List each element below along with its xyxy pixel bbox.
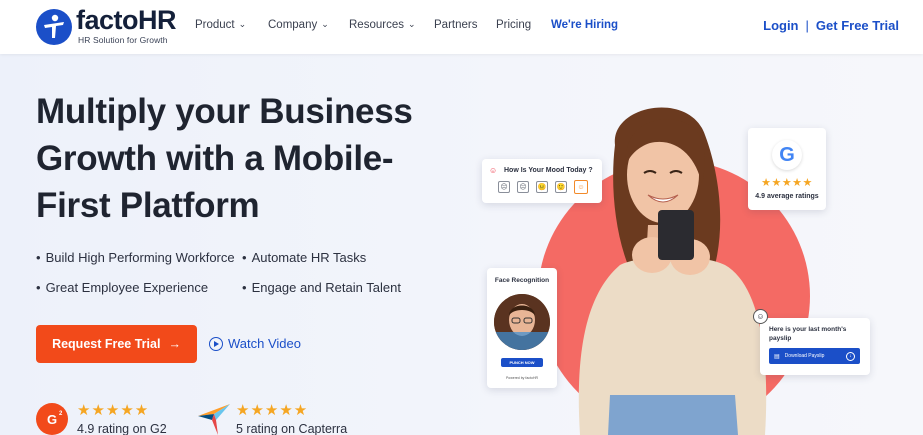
site-header: factoHR HR Solution for Growth Product ⌄… bbox=[0, 0, 923, 54]
nav-product-label: Product bbox=[195, 19, 235, 31]
star-rating: ★★★★★ bbox=[761, 177, 813, 189]
nav-partners-label: Partners bbox=[434, 19, 478, 31]
google-rating-card: G ★★★★★ 4.9 average ratings bbox=[748, 128, 826, 210]
nav-resources[interactable]: Resources ⌄ bbox=[349, 18, 416, 32]
auth-separator: | bbox=[805, 18, 809, 33]
capterra-rating: ★★★★★ 5 rating on Capterra bbox=[196, 397, 347, 435]
chevron-down-icon: ⌄ bbox=[407, 18, 416, 29]
arrow-right-icon: → bbox=[168, 337, 181, 351]
brand-tagline: HR Solution for Growth bbox=[78, 35, 168, 45]
play-icon bbox=[209, 336, 223, 351]
star-rating: ★★★★★ bbox=[77, 402, 150, 419]
watch-video-link[interactable]: Watch Video bbox=[209, 336, 301, 351]
mood-card: ☺ How Is Your Mood Today ? ☹ ☹ 😐 🙂 ☺ bbox=[482, 159, 602, 203]
capterra-logo-icon bbox=[196, 402, 230, 435]
mood-face-icon[interactable]: ☹ bbox=[498, 181, 510, 193]
payslip-bot-icon: ☺ bbox=[753, 309, 768, 324]
mood-face-icon[interactable]: ☹ bbox=[517, 181, 529, 193]
mood-face-icon[interactable]: ☺ bbox=[574, 180, 588, 194]
mood-icon: ☺ bbox=[489, 166, 498, 175]
nav-pricing-label: Pricing bbox=[496, 19, 532, 31]
login-link[interactable]: Login bbox=[763, 18, 798, 33]
punch-now-label: PUNCH NOW bbox=[509, 360, 535, 365]
factohr-logo-icon[interactable] bbox=[36, 9, 72, 45]
nav-partners[interactable]: Partners bbox=[434, 19, 477, 31]
nav-hiring[interactable]: We're Hiring bbox=[551, 19, 618, 31]
download-payslip-label: Download Payslip bbox=[784, 353, 825, 359]
bullet-item: Engage and Retain Talent bbox=[242, 280, 401, 295]
mood-card-title: How Is Your Mood Today ? bbox=[504, 167, 593, 174]
auth-links: Login | Get Free Trial bbox=[763, 18, 899, 33]
google-logo-icon: G bbox=[772, 140, 802, 170]
face-recognition-card: Face Recognition PUNCH NOW Powered by fa… bbox=[487, 268, 557, 388]
powered-by-text: Powered by factoHR bbox=[505, 376, 539, 380]
payslip-message: Here is your last month's payslip bbox=[769, 326, 847, 342]
google-letter: G bbox=[779, 143, 795, 166]
request-free-trial-button[interactable]: Request Free Trial → bbox=[36, 325, 197, 363]
google-rating-text: 4.9 average ratings bbox=[755, 193, 819, 200]
bullet-item: Great Employee Experience bbox=[36, 280, 209, 295]
payslip-card: ☺ Here is your last month's payslip ▤ Do… bbox=[753, 309, 870, 375]
nav-resources-label: Resources bbox=[349, 19, 404, 31]
download-icon: ↓ bbox=[846, 351, 855, 361]
mood-face-icon[interactable]: 😐 bbox=[536, 181, 548, 193]
rating-text: 4.9 rating on G2 bbox=[77, 422, 167, 435]
watch-video-label: Watch Video bbox=[228, 336, 301, 351]
nav-pricing[interactable]: Pricing bbox=[496, 19, 531, 31]
mood-face-icon[interactable]: 🙂 bbox=[555, 181, 567, 193]
face-card-title: Face Recognition bbox=[494, 277, 550, 284]
g2-logo-icon: G 2 bbox=[36, 402, 68, 435]
document-icon: ▤ bbox=[774, 353, 780, 360]
nav-company-label: Company bbox=[268, 19, 318, 31]
hero-person-illustration bbox=[560, 95, 780, 435]
hero-title: Multiply your Business Growth with a Mob… bbox=[36, 92, 413, 225]
punch-now-button[interactable]: PUNCH NOW bbox=[501, 358, 543, 367]
star-rating: ★★★★★ bbox=[236, 402, 309, 419]
download-payslip-button[interactable]: ▤ Download Payslip ↓ bbox=[769, 348, 860, 364]
bullet-item: Build High Performing Workforce bbox=[36, 250, 235, 265]
chevron-down-icon: ⌄ bbox=[321, 18, 329, 29]
bullet-item: Automate HR Tasks bbox=[242, 250, 367, 265]
svg-text:G: G bbox=[47, 412, 57, 427]
rating-text: 5 rating on Capterra bbox=[236, 422, 348, 435]
cta-label: Request Free Trial bbox=[52, 337, 161, 351]
nav-product[interactable]: Product ⌄ bbox=[195, 18, 247, 32]
g2-rating: G 2 ★★★★★ 4.9 rating on G2 bbox=[36, 397, 167, 435]
nav-hiring-label: We're Hiring bbox=[551, 19, 619, 31]
face-scan-avatar bbox=[494, 294, 550, 350]
brand-name[interactable]: factoHR bbox=[76, 7, 177, 34]
chevron-down-icon: ⌄ bbox=[238, 18, 247, 29]
nav-company[interactable]: Company ⌄ bbox=[268, 18, 329, 32]
get-free-trial-link[interactable]: Get Free Trial bbox=[816, 18, 899, 33]
